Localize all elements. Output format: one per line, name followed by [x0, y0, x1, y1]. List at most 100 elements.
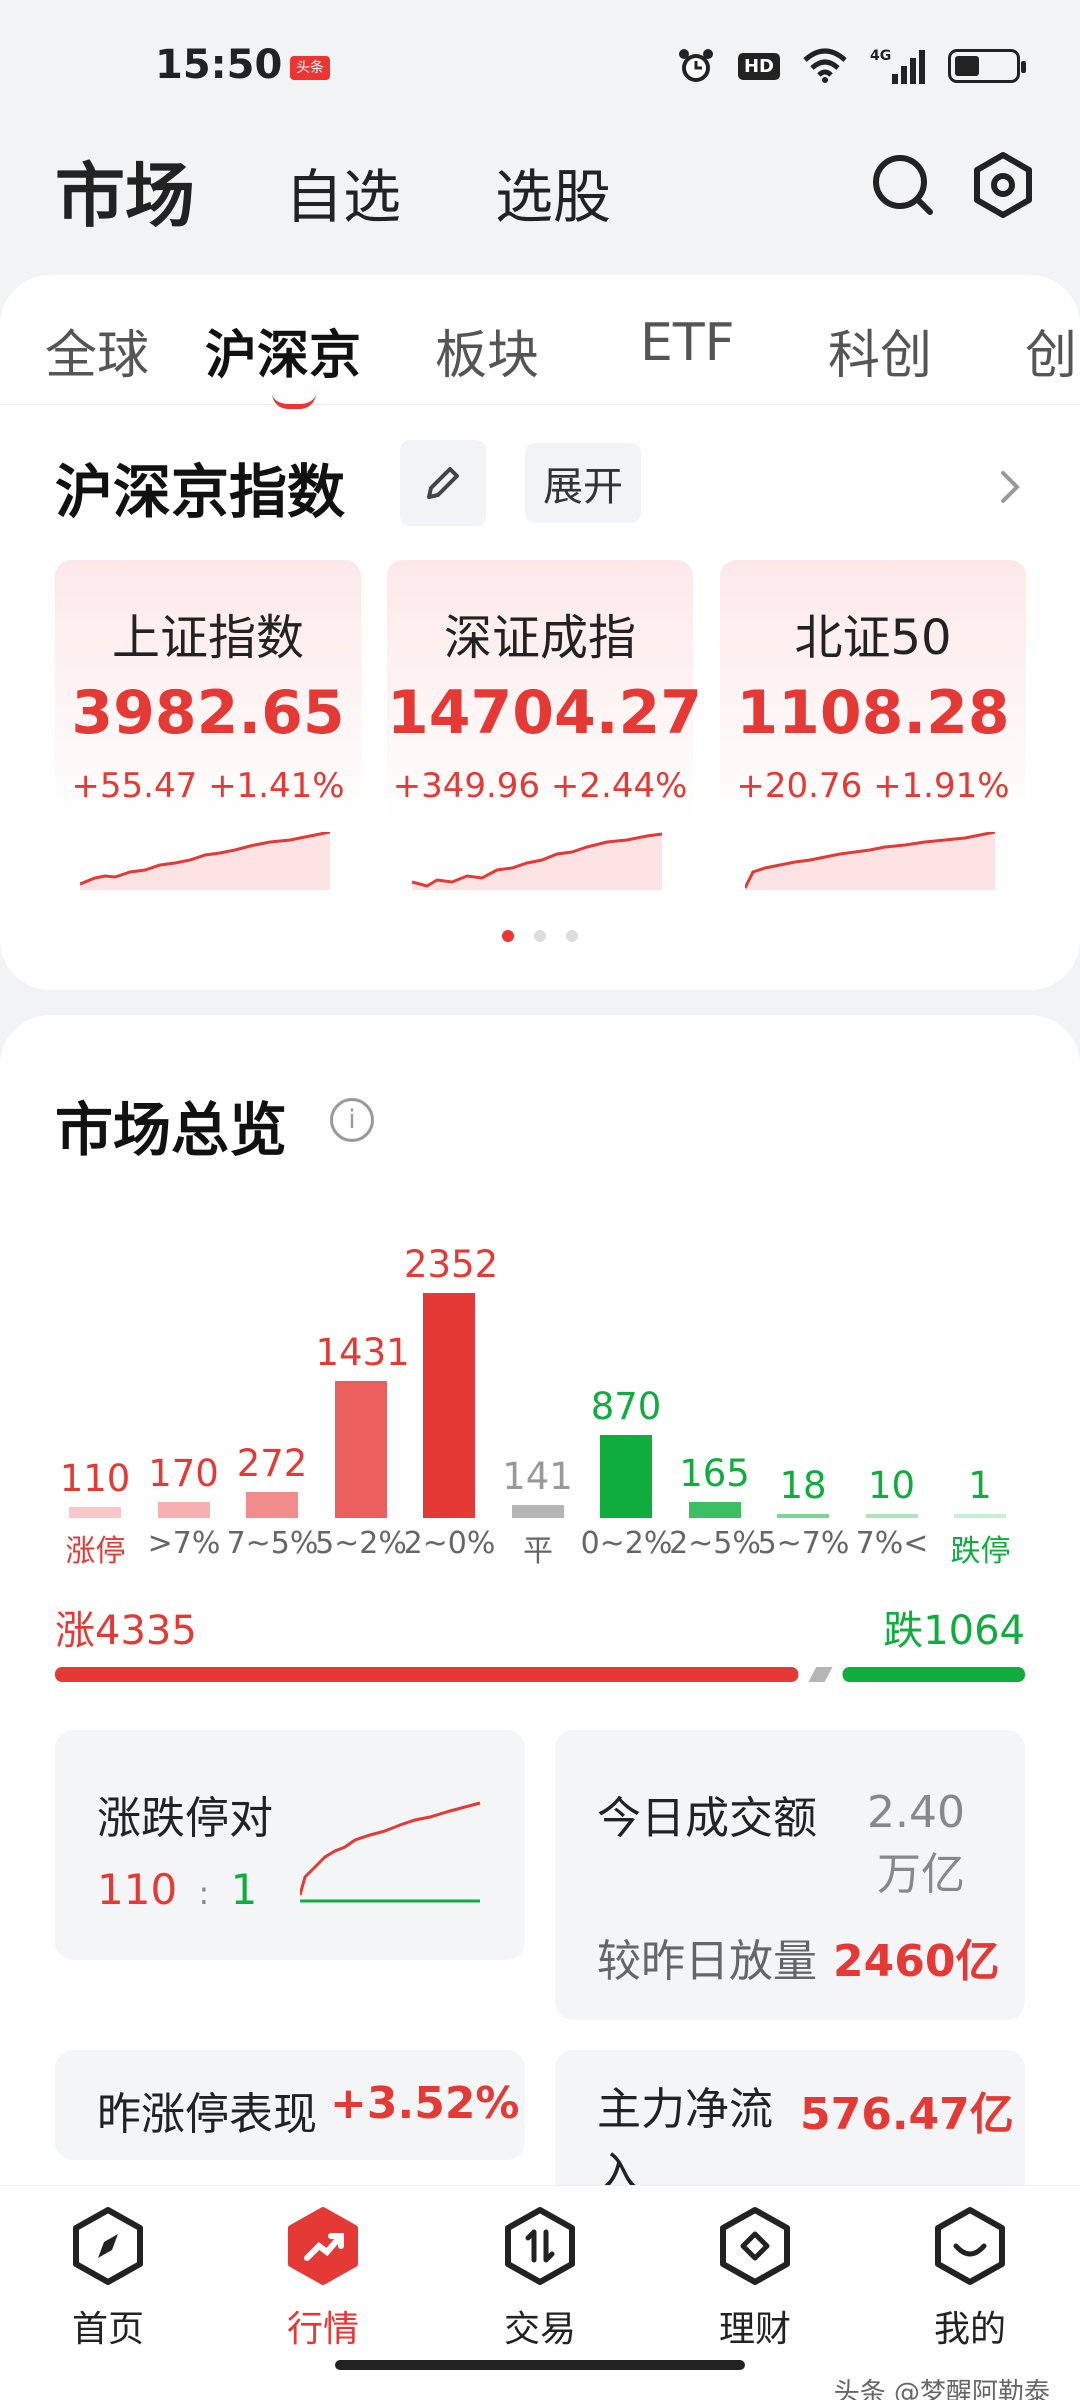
subtab-hushenjing[interactable]: 沪深京 [205, 313, 361, 388]
chevron-right-icon[interactable] [995, 465, 1025, 513]
svg-text:4G: 4G [870, 48, 891, 64]
mainflow-value: 576.47亿 [800, 2089, 1014, 2140]
tab-watchlist[interactable]: 自选 [285, 150, 401, 234]
diamond-icon [720, 2207, 790, 2285]
bar-value-label: 870 [590, 1384, 662, 1428]
turnover-compare-value: 2460亿 [833, 1936, 1000, 1987]
limit-ratio: 110 : 1 [97, 1865, 258, 1914]
top-nav: 市场 自选 选股 [0, 130, 1080, 275]
search-icon[interactable] [868, 150, 938, 220]
bar-2 [246, 1491, 298, 1518]
carousel-dot[interactable] [502, 930, 514, 942]
turnover-title: 今日成交额 [597, 1793, 817, 1844]
trade-icon [505, 2207, 575, 2285]
bar-category-label: 2~0% [403, 1526, 496, 1561]
subtab-star-market[interactable]: 科创 [828, 313, 932, 388]
bar-category-label: 平 [523, 1534, 553, 1569]
yesterday-title: 昨涨停表现 [97, 2089, 317, 2140]
bar-value-label: 1 [968, 1464, 992, 1507]
index-change: +349.96 +2.44% [392, 766, 688, 806]
carousel-dots [0, 930, 1080, 942]
bar-10 [954, 1514, 1006, 1518]
bar-value-label: 141 [502, 1454, 573, 1498]
edit-button[interactable] [400, 440, 486, 526]
index-name: 上证指数 [111, 610, 304, 666]
watermark: 头条 @梦醒阿勒泰 [833, 2378, 1050, 2400]
bar-category-label: 跌停 [950, 1534, 1011, 1569]
index-value: 3982.65 [71, 678, 345, 748]
tab-stock-screener[interactable]: 选股 [495, 150, 611, 234]
app-badge: 头条 [290, 56, 330, 80]
tab-market[interactable]: 市场 [55, 140, 195, 241]
sparkline [412, 832, 662, 890]
ratio-flat-segment [808, 1667, 833, 1682]
index-card-shenzhen[interactable]: 深证成指 14704.27 +349.96 +2.44% [387, 560, 703, 915]
sparkline [745, 832, 995, 890]
bar-category-label: 5~2% [315, 1526, 407, 1561]
bar-6 [600, 1434, 652, 1518]
bar-4 [423, 1293, 475, 1518]
carousel-dot[interactable] [534, 930, 546, 942]
nav-wealth[interactable]: 理财 [690, 2206, 820, 2352]
limit-up-down-card[interactable]: 涨跌停对 110 : 1 [55, 1730, 525, 1960]
subtab-etf[interactable]: ETF [640, 313, 735, 373]
bar-value-label: 170 [148, 1451, 219, 1495]
bar-value-label: 18 [779, 1464, 827, 1507]
up-down-ratio-bar [55, 1667, 1025, 1682]
pencil-icon [427, 467, 459, 499]
bar-9 [865, 1514, 918, 1518]
status-bar: 15:50 头条 HD 4G [0, 0, 1080, 130]
nav-market[interactable]: 行情 [258, 2206, 388, 2352]
nav-home[interactable]: 首页 [43, 2206, 173, 2352]
trend-icon [288, 2207, 358, 2285]
cellular-signal-icon: 4G [870, 46, 926, 86]
nav-profile[interactable]: 我的 [905, 2206, 1035, 2352]
turnover-card[interactable]: 今日成交额 2.40万亿 较昨日放量 2460亿 [555, 1730, 1025, 2020]
index-name: 北证50 [794, 610, 952, 666]
bar-category-label: 7%< [855, 1526, 929, 1561]
turnover-value: 2.40万亿 [867, 1787, 965, 1900]
yesterday-value: +3.52% [330, 2078, 520, 2129]
index-value: 14704.27 [387, 678, 703, 748]
overview-title: 市场总览 [55, 1096, 288, 1164]
limit-card-title: 涨跌停对 [97, 1793, 273, 1844]
indices-title: 沪深京指数 [55, 458, 346, 526]
info-icon[interactable]: i [330, 1098, 374, 1142]
limit-up-count: 110 [97, 1865, 178, 1914]
ratio-up-segment [55, 1667, 799, 1682]
bar-category-label: 2~5% [669, 1526, 761, 1561]
bar-category-label: >7% [147, 1526, 221, 1561]
subtab-global[interactable]: 全球 [45, 313, 149, 388]
active-tab-indicator [272, 393, 316, 409]
carousel-dot[interactable] [566, 930, 578, 942]
bar-value-label: 1431 [315, 1331, 410, 1375]
bar-category-label: 涨停 [65, 1534, 126, 1569]
bar-7 [688, 1502, 741, 1518]
subtab-sector[interactable]: 板块 [435, 313, 539, 388]
up-count-label: 涨4335 [55, 1608, 197, 1654]
settings-icon[interactable] [968, 150, 1038, 220]
alarm-icon [676, 46, 716, 86]
wifi-icon [802, 46, 848, 86]
nav-trade[interactable]: 交易 [475, 2206, 605, 2352]
index-card-shanghai[interactable]: 上证指数 3982.65 +55.47 +1.41% [55, 560, 361, 915]
index-value: 1108.28 [736, 678, 1010, 748]
bar-8 [777, 1514, 829, 1518]
status-icons: HD 4G [676, 46, 1026, 86]
down-count-label: 跌1064 [883, 1608, 1025, 1654]
expand-button[interactable]: 展开 [525, 443, 641, 523]
hd-icon: HD [737, 46, 780, 86]
bar-1 [157, 1501, 210, 1518]
index-name: 深证成指 [443, 610, 636, 666]
limit-trend-chart [300, 1801, 481, 1903]
indices-card: 全球 沪深京 板块 ETF 科创 创 沪深京指数 展开 上证指数 3982.65… [0, 275, 1080, 990]
status-time: 15:50 [155, 42, 283, 88]
compass-icon [73, 2207, 143, 2285]
bar-5 [511, 1504, 564, 1518]
subtab-chinext[interactable]: 创 [1025, 313, 1077, 388]
bar-value-label: 2352 [404, 1243, 499, 1286]
bar-value-label: 165 [679, 1452, 750, 1496]
sparkline [80, 832, 330, 890]
index-card-beijing50[interactable]: 北证50 1108.28 +20.76 +1.91% [720, 560, 1026, 915]
yesterday-limit-up-card[interactable]: 昨涨停表现 +3.52% [55, 2050, 525, 2160]
